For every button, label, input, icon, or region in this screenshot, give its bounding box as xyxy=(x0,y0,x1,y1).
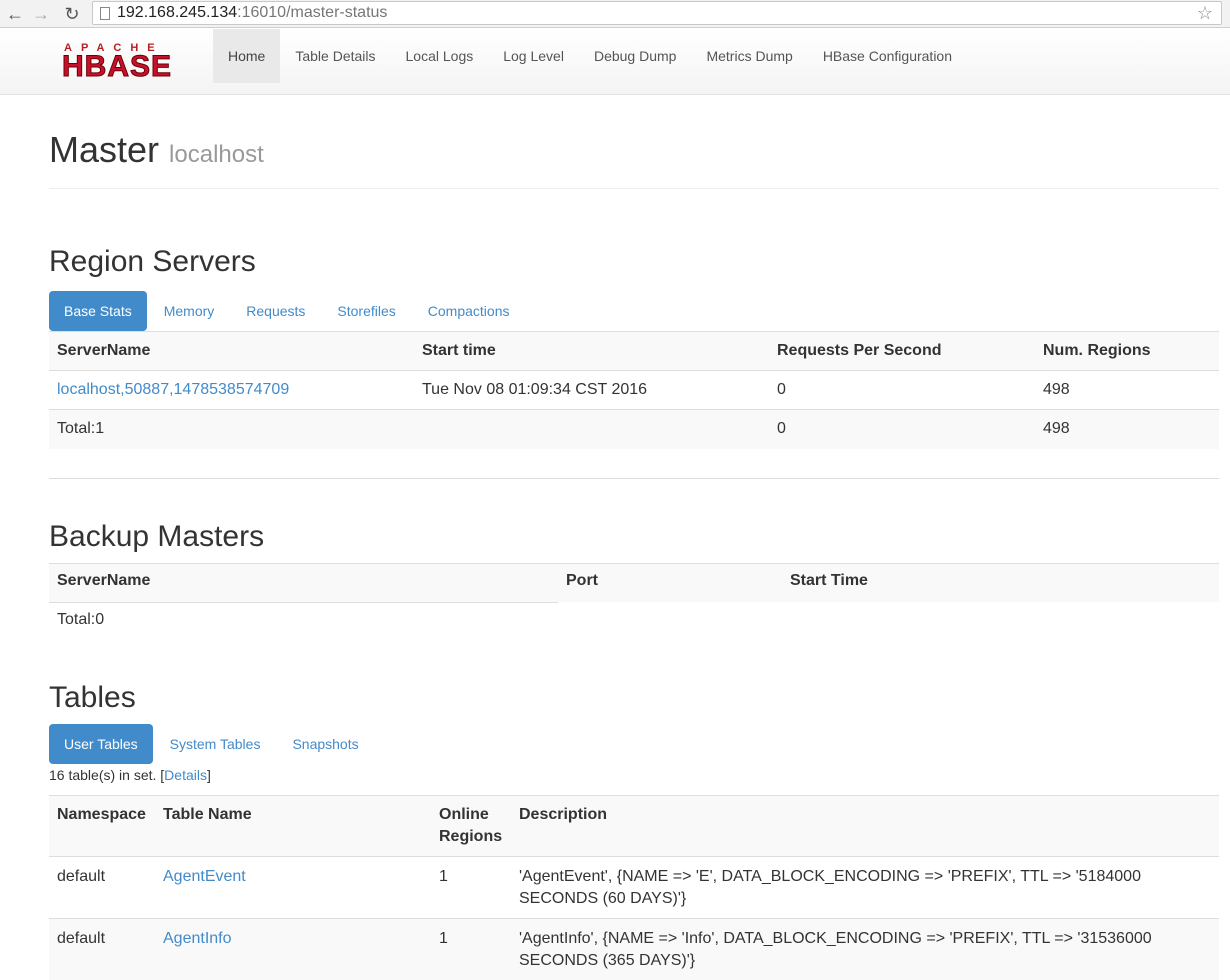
section-divider xyxy=(49,478,1219,479)
nav-metrics-dump[interactable]: Metrics Dump xyxy=(691,29,807,83)
page-title: Master localhost xyxy=(49,128,1219,177)
online-regions-cell: 1 xyxy=(431,857,511,919)
tab-user-tables[interactable]: User Tables xyxy=(49,724,153,764)
region-servers-table: ServerName Start time Requests Per Secon… xyxy=(49,331,1219,449)
table-row: default AgentInfo 1 'AgentInfo', {NAME =… xyxy=(49,919,1219,980)
tab-base-stats[interactable]: Base Stats xyxy=(49,291,147,331)
namespace-cell: default xyxy=(49,919,155,980)
empty-cell xyxy=(782,602,1219,641)
column-header: Online Regions xyxy=(431,796,511,857)
page-subtitle: localhost xyxy=(169,141,264,168)
table-header-row: Namespace Table Name Online Regions Desc… xyxy=(49,796,1219,857)
column-header: Start time xyxy=(414,332,769,371)
total-label: Total:0 xyxy=(49,602,558,641)
table-name-link[interactable]: AgentEvent xyxy=(163,868,246,885)
column-header: Requests Per Second xyxy=(769,332,1035,371)
hbase-logo[interactable]: APACHE HBASE xyxy=(62,42,202,82)
details-link[interactable]: Details xyxy=(164,767,207,783)
table-name-link[interactable]: AgentInfo xyxy=(163,930,232,947)
table-row: default AgentEvent 1 'AgentEvent', {NAME… xyxy=(49,857,1219,919)
column-header: Table Name xyxy=(155,796,431,857)
region-servers-heading: Region Servers xyxy=(49,244,1219,280)
total-requests: 0 xyxy=(769,410,1035,449)
tab-storefiles[interactable]: Storefiles xyxy=(322,291,410,331)
tables-tabs: User Tables System Tables Snapshots xyxy=(49,724,1219,764)
address-bar[interactable]: 192.168.245.134:16010/master-status ☆ xyxy=(92,1,1222,25)
tab-system-tables[interactable]: System Tables xyxy=(155,724,276,764)
tab-memory[interactable]: Memory xyxy=(149,291,230,331)
user-tables-table: Namespace Table Name Online Regions Desc… xyxy=(49,795,1219,980)
back-arrow-icon[interactable]: ← xyxy=(4,3,26,25)
main-content: Master localhost Region Servers Base Sta… xyxy=(49,95,1219,980)
backup-masters-table: ServerName Port Start Time Total:0 xyxy=(49,563,1219,642)
total-row: Total:0 xyxy=(49,602,1219,641)
nav-local-logs[interactable]: Local Logs xyxy=(391,29,489,83)
tab-snapshots[interactable]: Snapshots xyxy=(277,724,373,764)
table-header-row: ServerName Start time Requests Per Secon… xyxy=(49,332,1219,371)
column-header: Port xyxy=(558,563,782,602)
total-row: Total:1 0 498 xyxy=(49,410,1219,449)
tables-section: Tables User Tables System Tables Snapsho… xyxy=(49,680,1219,980)
column-header: ServerName xyxy=(49,332,414,371)
column-header: Description xyxy=(511,796,1219,857)
table-count: 16 table(s) in set. [Details] xyxy=(49,765,1219,785)
column-header: Namespace xyxy=(49,796,155,857)
total-label: Total:1 xyxy=(49,410,414,449)
top-navbar: APACHE HBASE Home Table Details Local Lo… xyxy=(0,29,1230,95)
server-name-link[interactable]: localhost,50887,1478538574709 xyxy=(57,381,289,398)
forward-arrow-icon[interactable]: → xyxy=(30,3,52,25)
nav-home[interactable]: Home xyxy=(213,29,280,83)
start-time-cell: Tue Nov 08 01:09:34 CST 2016 xyxy=(414,371,769,410)
description-cell: 'AgentInfo', {NAME => 'Info', DATA_BLOCK… xyxy=(511,919,1219,980)
tab-requests[interactable]: Requests xyxy=(231,291,320,331)
online-regions-cell: 1 xyxy=(431,919,511,980)
total-empty-cell xyxy=(414,410,769,449)
url-path: :16010/master-status xyxy=(237,4,387,21)
browser-toolbar: ← → ↻ 192.168.245.134:16010/master-statu… xyxy=(0,0,1230,28)
requests-cell: 0 xyxy=(769,371,1035,410)
nav-log-level[interactable]: Log Level xyxy=(488,29,579,83)
url-host: 192.168.245.134 xyxy=(117,4,237,21)
tab-compactions[interactable]: Compactions xyxy=(413,291,525,331)
nav-hbase-configuration[interactable]: HBase Configuration xyxy=(808,29,967,83)
backup-masters-section: Backup Masters ServerName Port Start Tim… xyxy=(49,519,1219,642)
column-header: Start Time xyxy=(782,563,1219,602)
table-row: localhost,50887,1478538574709 Tue Nov 08… xyxy=(49,371,1219,410)
region-servers-tabs: Base Stats Memory Requests Storefiles Co… xyxy=(49,291,1219,331)
backup-masters-heading: Backup Masters xyxy=(49,519,1219,555)
logo-hbase-text: HBASE xyxy=(62,54,202,80)
description-cell: 'AgentEvent', {NAME => 'E', DATA_BLOCK_E… xyxy=(511,857,1219,919)
column-header: ServerName xyxy=(49,563,558,602)
table-header-row: ServerName Port Start Time xyxy=(49,563,1219,602)
namespace-cell: default xyxy=(49,857,155,919)
column-header: Num. Regions xyxy=(1035,332,1219,371)
page-header: Master localhost xyxy=(49,128,1219,189)
reload-icon[interactable]: ↻ xyxy=(61,3,83,25)
nav-debug-dump[interactable]: Debug Dump xyxy=(579,29,692,83)
tables-heading: Tables xyxy=(49,680,1219,716)
bookmark-star-icon[interactable]: ☆ xyxy=(1197,2,1213,24)
regions-cell: 498 xyxy=(1035,371,1219,410)
nav-list: Home Table Details Local Logs Log Level … xyxy=(213,29,967,95)
nav-table-details[interactable]: Table Details xyxy=(280,29,390,83)
total-regions: 498 xyxy=(1035,410,1219,449)
empty-cell xyxy=(558,602,782,641)
page-icon xyxy=(100,7,110,20)
region-servers-section: Region Servers Base Stats Memory Request… xyxy=(49,244,1219,479)
